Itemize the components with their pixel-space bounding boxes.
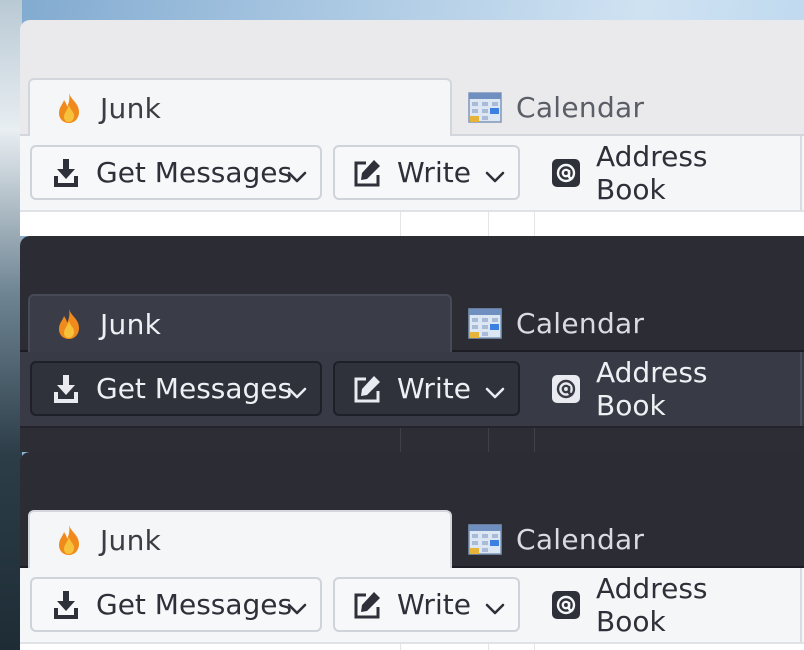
calendar-icon [468, 306, 502, 340]
window-mixed-theme: Junk Calendar Get Messages Write Address… [20, 452, 804, 650]
mail-toolbar: Get Messages Write Address Book [20, 136, 804, 212]
at-sign-icon [552, 590, 580, 620]
tab-label: Calendar [516, 90, 645, 124]
flame-icon [52, 523, 86, 557]
download-icon [52, 374, 80, 404]
toolbar-separator [800, 568, 802, 644]
pencil-icon [353, 590, 381, 620]
chevron-down-icon[interactable] [286, 594, 308, 616]
address-book-label: Address Book [596, 355, 708, 422]
tab-strip: Junk Calendar [20, 510, 804, 568]
tab-junk[interactable]: Junk [28, 294, 452, 352]
tab-label: Junk [100, 307, 162, 341]
download-icon [52, 158, 80, 188]
message-list-header [20, 426, 804, 452]
tab-junk[interactable]: Junk [28, 510, 452, 568]
chevron-down-icon[interactable] [484, 378, 506, 400]
get-messages-button[interactable]: Get Messages [30, 145, 322, 200]
address-book-label: Address Book [596, 139, 708, 206]
toolbar-separator [800, 352, 802, 428]
write-label: Write [397, 372, 471, 405]
tab-calendar[interactable]: Calendar [466, 294, 804, 352]
tab-label: Junk [100, 523, 162, 557]
window-light-theme: Junk Calendar Get Messages Write Address… [20, 20, 804, 236]
at-sign-icon [552, 158, 580, 188]
column-divider [534, 212, 535, 236]
toolbar-separator [800, 136, 802, 212]
write-label: Write [397, 588, 471, 621]
address-book-button[interactable]: Address Book [530, 572, 788, 638]
flame-icon [52, 91, 86, 125]
pencil-icon [353, 374, 381, 404]
column-divider [488, 428, 489, 452]
calendar-icon [468, 90, 502, 124]
column-divider [488, 644, 489, 650]
calendar-icon [468, 522, 502, 556]
tab-calendar[interactable]: Calendar [466, 510, 804, 568]
column-divider [488, 212, 489, 236]
address-book-label: Address Book [596, 571, 708, 638]
column-divider [400, 428, 401, 452]
tab-strip: Junk Calendar [20, 294, 804, 352]
column-divider [534, 428, 535, 452]
window-dark-theme: Junk Calendar Get Messages Write Address… [20, 236, 804, 452]
mail-toolbar: Get Messages Write Address Book [20, 352, 804, 428]
column-divider [400, 644, 401, 650]
get-messages-label: Get Messages [96, 156, 293, 189]
tab-strip: Junk Calendar [20, 78, 804, 136]
tab-label: Calendar [516, 522, 645, 556]
get-messages-button[interactable]: Get Messages [30, 577, 322, 632]
write-button[interactable]: Write [333, 577, 520, 632]
tab-calendar[interactable]: Calendar [466, 78, 804, 136]
tab-label: Calendar [516, 306, 645, 340]
address-book-button[interactable]: Address Book [530, 356, 788, 422]
address-book-button[interactable]: Address Book [530, 140, 788, 206]
chevron-down-icon[interactable] [286, 378, 308, 400]
column-divider [534, 644, 535, 650]
tab-label: Junk [100, 91, 162, 125]
chevron-down-icon[interactable] [286, 162, 308, 184]
title-bar[interactable] [20, 236, 804, 296]
flame-icon [52, 307, 86, 341]
write-button[interactable]: Write [333, 145, 520, 200]
tab-junk[interactable]: Junk [28, 78, 452, 136]
column-divider [400, 212, 401, 236]
get-messages-button[interactable]: Get Messages [30, 361, 322, 416]
write-button[interactable]: Write [333, 361, 520, 416]
get-messages-label: Get Messages [96, 588, 293, 621]
desktop-wallpaper [0, 0, 22, 650]
mail-toolbar: Get Messages Write Address Book [20, 568, 804, 644]
chevron-down-icon[interactable] [484, 594, 506, 616]
message-list-header [20, 642, 804, 650]
pencil-icon [353, 158, 381, 188]
download-icon [52, 590, 80, 620]
chevron-down-icon[interactable] [484, 162, 506, 184]
title-bar[interactable] [20, 452, 804, 512]
at-sign-icon [552, 374, 580, 404]
message-list-header [20, 210, 804, 236]
write-label: Write [397, 156, 471, 189]
get-messages-label: Get Messages [96, 372, 293, 405]
title-bar[interactable] [20, 20, 804, 80]
